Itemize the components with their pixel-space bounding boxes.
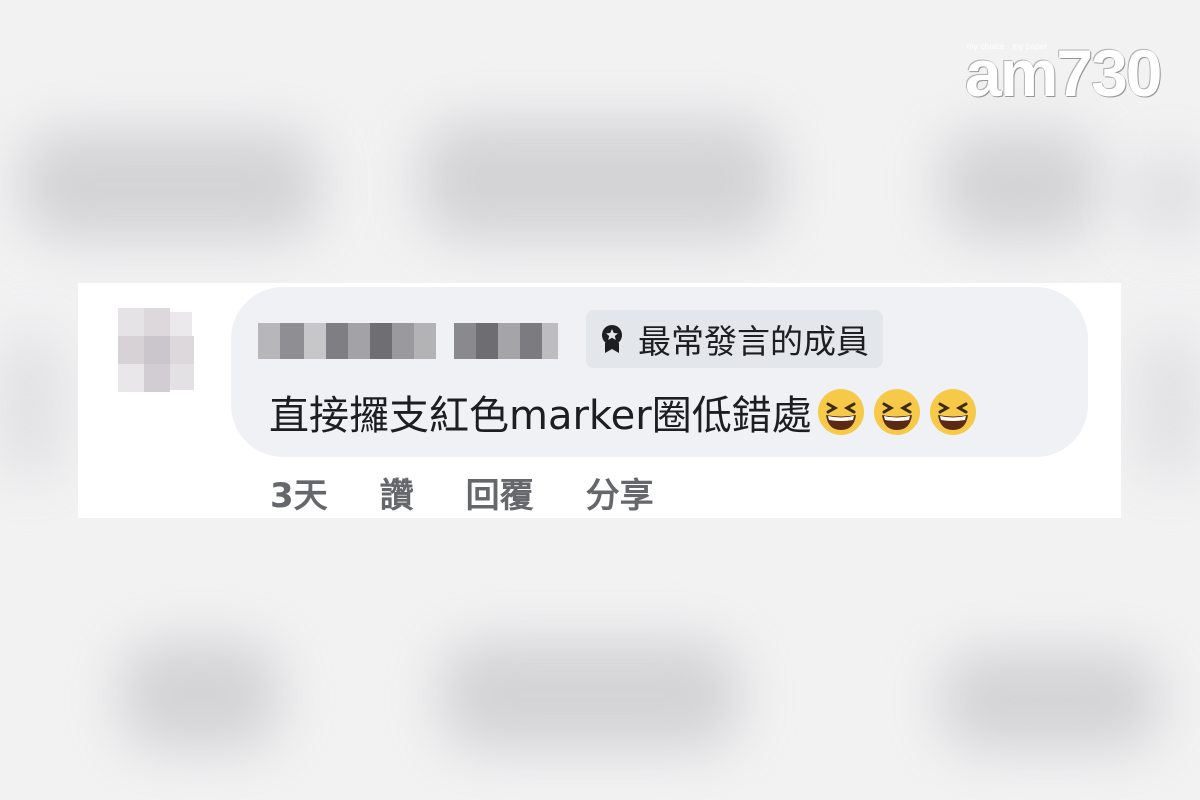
background-blur — [940, 650, 1160, 750]
background-blur — [20, 130, 320, 240]
comment-actions: 3天 讚 回覆 分享 — [270, 468, 706, 517]
background-blur — [120, 640, 280, 750]
background-blur — [940, 130, 1100, 240]
avatar[interactable] — [110, 298, 195, 398]
comment-body: 直接攞支紅色marker圈低錯處 — [269, 383, 984, 441]
comment-text: 直接攞支紅色marker圈低錯處 — [269, 393, 812, 439]
comment-timestamp[interactable]: 3天 — [270, 468, 328, 517]
grinning-squinting-face-icon — [873, 389, 920, 435]
background-blur — [1140, 330, 1200, 480]
grinning-squinting-face-icon — [929, 389, 976, 435]
badge-label: 最常發言的成員 — [638, 322, 869, 361]
comment-panel: 最常發言的成員 直接攞支紅色marker圈低錯處 3天 讚 回覆 分享 — [78, 283, 1121, 518]
comment-bubble: 最常發言的成員 直接攞支紅色marker圈低錯處 — [231, 287, 1088, 457]
top-contributor-badge[interactable]: 最常發言的成員 — [586, 310, 883, 368]
background-blur — [0, 330, 60, 480]
am730-watermark: my choice · my paper am730 — [965, 38, 1163, 108]
badge-icon — [602, 325, 622, 353]
background-blur — [420, 120, 780, 240]
emoji-group — [816, 387, 984, 437]
reply-button[interactable]: 回覆 — [466, 468, 534, 517]
watermark-brand: am730 — [965, 36, 1163, 110]
grinning-squinting-face-icon — [817, 389, 864, 435]
commenter-name-blurred[interactable] — [258, 323, 558, 359]
like-button[interactable]: 讚 — [380, 468, 414, 517]
background-blur — [1130, 150, 1200, 240]
background-blur — [440, 640, 740, 750]
share-button[interactable]: 分享 — [586, 468, 654, 517]
